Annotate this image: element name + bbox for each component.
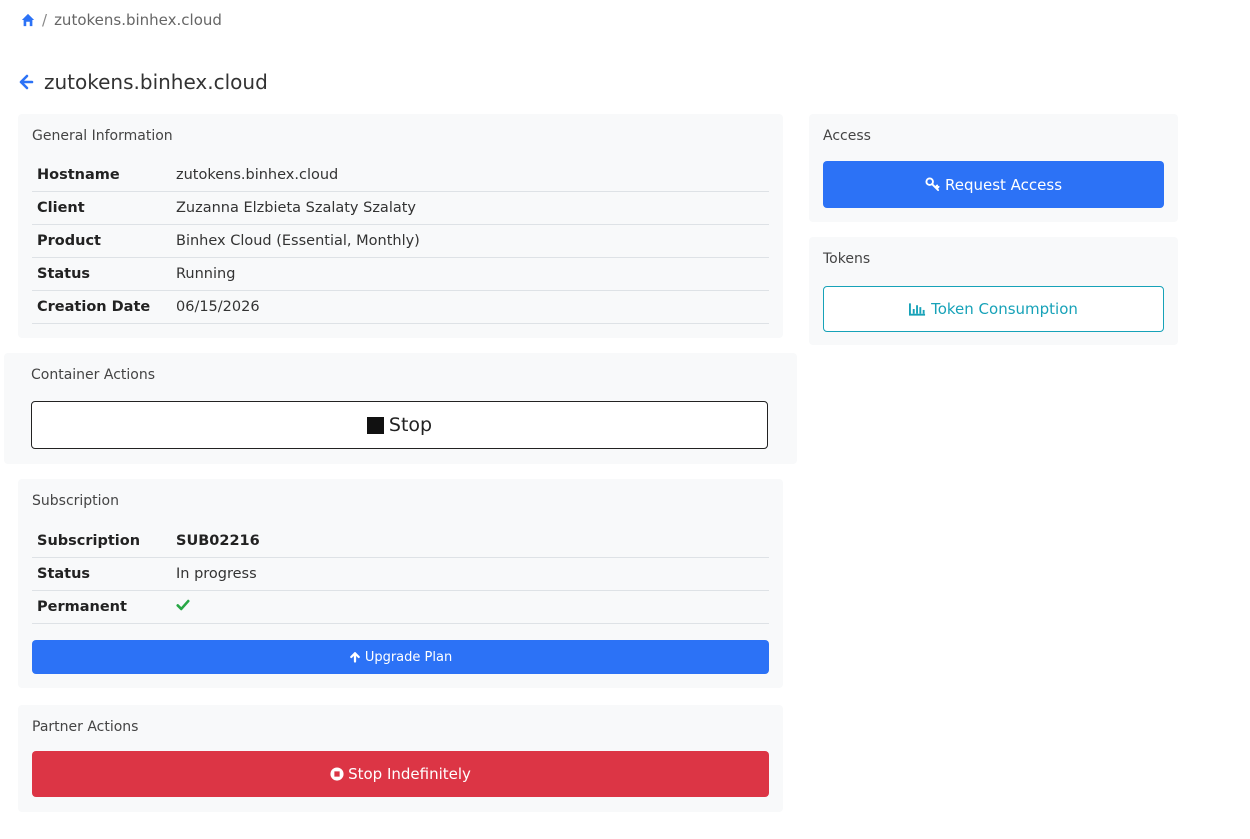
access-title: Access [823, 128, 871, 144]
page-header: zutokens.binhex.cloud [18, 70, 268, 94]
breadcrumb-separator: / [42, 11, 48, 29]
tokens-title: Tokens [823, 251, 871, 267]
table-row: Permanent [32, 591, 769, 624]
container-actions-title: Container Actions [31, 367, 156, 383]
general-information-table: Hostname zutokens.binhex.cloud Client Zu… [32, 159, 769, 324]
subscription-value: SUB02216 [176, 533, 260, 549]
table-row: Product Binhex Cloud (Essential, Monthly… [32, 225, 769, 258]
table-row: Subscription SUB02216 [32, 525, 769, 558]
status-value: Running [176, 266, 236, 282]
subscription-status-label: Status [37, 566, 91, 582]
stop-indefinitely-button[interactable]: Stop Indefinitely [32, 751, 769, 797]
upgrade-plan-button[interactable]: Upgrade Plan [32, 640, 769, 674]
subscription-title: Subscription [32, 493, 119, 509]
table-row: Status Running [32, 258, 769, 291]
subscription-status-value: In progress [176, 566, 257, 582]
general-information-title: General Information [32, 128, 173, 144]
access-card: Access Request Access [809, 114, 1178, 222]
partner-actions-card: Partner Actions Stop Indefinitely [18, 705, 783, 812]
check-icon [176, 599, 190, 611]
bar-chart-icon [909, 303, 926, 316]
creation-date-label: Creation Date [37, 299, 151, 315]
subscription-table: Subscription SUB02216 Status In progress… [32, 525, 769, 624]
general-information-card: General Information Hostname zutokens.bi… [18, 114, 783, 338]
token-consumption-label: Token Consumption [931, 300, 1078, 318]
upgrade-plan-label: Upgrade Plan [364, 649, 453, 665]
token-consumption-button[interactable]: Token Consumption [823, 286, 1164, 332]
product-value: Binhex Cloud (Essential, Monthly) [176, 233, 420, 249]
partner-actions-title: Partner Actions [32, 719, 139, 735]
stop-indefinitely-label: Stop Indefinitely [348, 765, 471, 783]
stop-button-label: Stop [388, 414, 433, 436]
breadcrumb-current: zutokens.binhex.cloud [54, 11, 222, 29]
permanent-label: Permanent [37, 599, 127, 615]
request-access-button[interactable]: Request Access [823, 161, 1164, 208]
stop-square-icon [366, 416, 384, 434]
table-row: Client Zuzanna Elzbieta Szalaty Szalaty [32, 192, 769, 225]
creation-date-value: 06/15/2026 [176, 299, 260, 315]
breadcrumb: / zutokens.binhex.cloud [21, 11, 222, 29]
subscription-card: Subscription Subscription SUB02216 Statu… [18, 479, 783, 688]
stop-button[interactable]: Stop [31, 401, 768, 449]
page-title: zutokens.binhex.cloud [44, 70, 268, 94]
product-label: Product [37, 233, 101, 249]
client-label: Client [37, 200, 85, 216]
client-value: Zuzanna Elzbieta Szalaty Szalaty [176, 200, 417, 216]
container-actions-card: Container Actions Stop [4, 353, 797, 464]
tokens-card: Tokens Token Consumption [809, 237, 1178, 345]
subscription-label: Subscription [37, 533, 141, 549]
permanent-value [176, 598, 190, 616]
hostname-label: Hostname [37, 167, 120, 183]
request-access-label: Request Access [944, 175, 1063, 194]
key-icon [925, 177, 940, 192]
status-label: Status [37, 266, 91, 282]
table-row: Status In progress [32, 558, 769, 591]
stop-circle-icon [330, 767, 344, 781]
table-row: Hostname zutokens.binhex.cloud [32, 159, 769, 192]
home-icon[interactable] [21, 13, 35, 27]
table-row: Creation Date 06/15/2026 [32, 291, 769, 324]
hostname-value: zutokens.binhex.cloud [176, 167, 339, 183]
arrow-left-icon[interactable] [18, 74, 34, 90]
arrow-up-icon [349, 652, 360, 663]
